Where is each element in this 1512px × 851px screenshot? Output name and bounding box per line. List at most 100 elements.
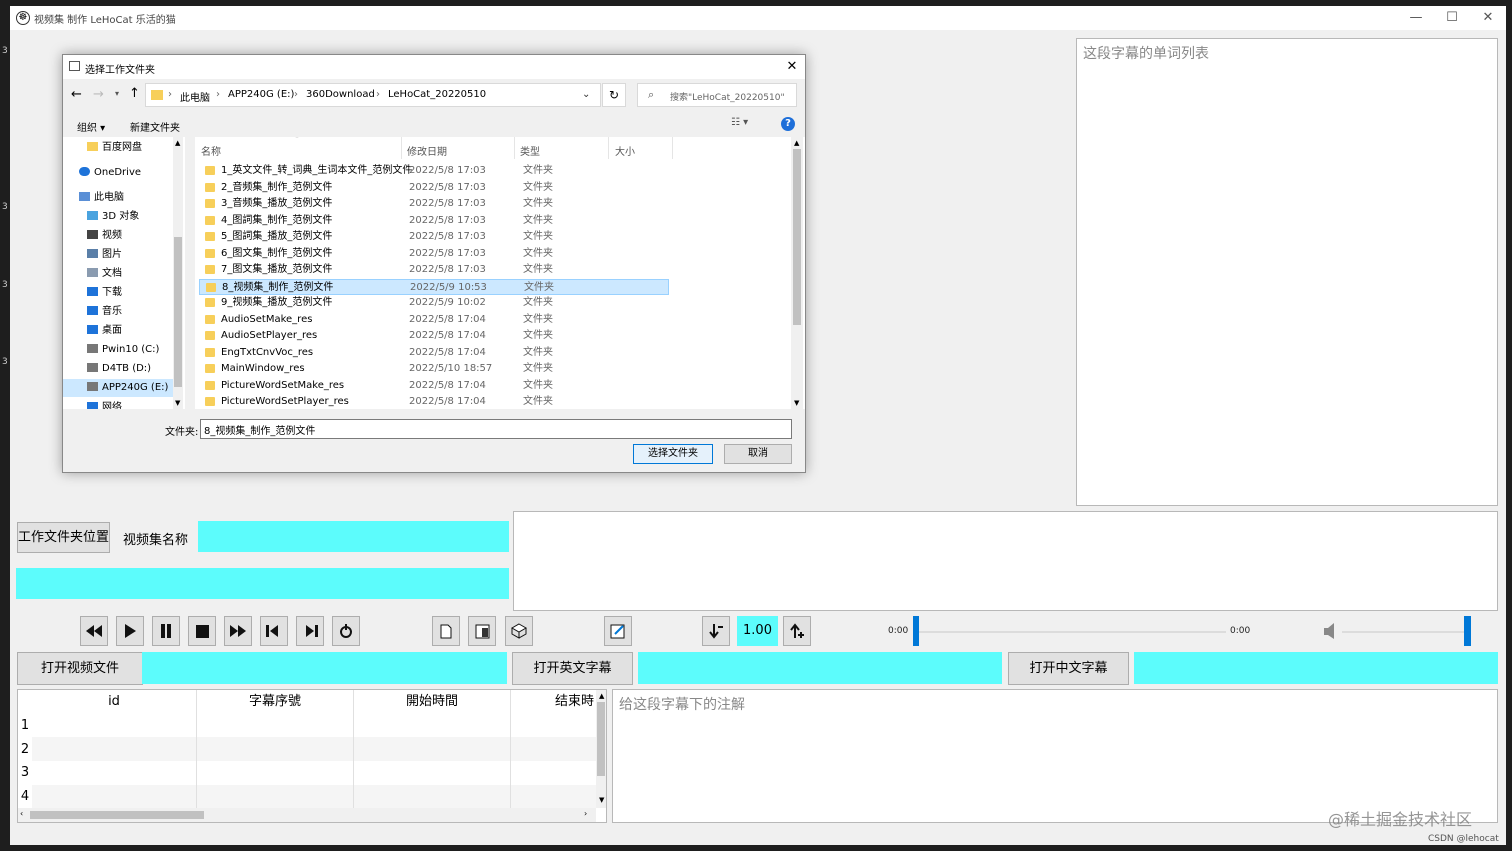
- volume-slider-track[interactable]: [1342, 631, 1466, 633]
- file-row[interactable]: 2_音频集_制作_范例文件 2022/5/8 17:03 文件夹: [199, 180, 669, 196]
- help-icon[interactable]: ?: [781, 117, 795, 131]
- column-header-date[interactable]: 修改日期: [407, 143, 447, 158]
- row-number[interactable]: 2: [18, 742, 32, 757]
- pause-icon[interactable]: [152, 616, 180, 646]
- next-frame-icon[interactable]: [296, 616, 324, 646]
- file-row[interactable]: MainWindow_res 2022/5/10 18:57 文件夹: [199, 361, 669, 377]
- scroll-up-icon[interactable]: ▲: [794, 139, 799, 147]
- file-list[interactable]: 名称 ˄ 修改日期 类型 大小 1_英文文件_转_词典_生词本文件_范例文件 20…: [195, 137, 805, 409]
- close-button[interactable]: ✕: [1470, 6, 1506, 30]
- scroll-down-icon[interactable]: ▼: [794, 399, 799, 407]
- scroll-thumb[interactable]: [793, 149, 801, 325]
- nav-item[interactable]: 图片: [63, 246, 173, 264]
- search-box[interactable]: ⌕ 搜索"LeHoCat_20220510": [637, 83, 797, 107]
- scroll-thumb[interactable]: [30, 811, 204, 819]
- maximize-button[interactable]: ☐: [1434, 6, 1470, 30]
- scroll-down-icon[interactable]: ▼: [175, 399, 180, 407]
- file-row[interactable]: AudioSetPlayer_res 2022/5/8 17:04 文件夹: [199, 328, 669, 344]
- previous-frame-icon[interactable]: [260, 616, 288, 646]
- table-vertical-scrollbar[interactable]: ▲ ▼: [596, 690, 606, 808]
- file-row[interactable]: AudioSetMake_res 2022/5/8 17:04 文件夹: [199, 312, 669, 328]
- annotation-panel[interactable]: 给这段字幕下的注解: [612, 689, 1498, 823]
- position-slider-track[interactable]: [914, 631, 1226, 633]
- row-number[interactable]: 4: [18, 789, 32, 804]
- nav-item[interactable]: 视频: [63, 227, 173, 245]
- file-list-scrollbar[interactable]: ▲ ▼: [791, 137, 803, 409]
- nav-item[interactable]: 百度网盘: [63, 139, 173, 157]
- open-video-button[interactable]: 打开视频文件: [17, 652, 143, 685]
- minimize-button[interactable]: —: [1398, 6, 1434, 30]
- reload-icon[interactable]: [332, 616, 360, 646]
- open-file-icon[interactable]: [468, 616, 496, 646]
- new-file-icon[interactable]: [432, 616, 460, 646]
- table-horizontal-scrollbar[interactable]: ‹ ›: [18, 808, 596, 822]
- speaker-icon[interactable]: [1322, 621, 1338, 641]
- breadcrumb-this-pc[interactable]: 此电脑: [180, 89, 210, 104]
- videoset-name-input[interactable]: [198, 521, 509, 552]
- file-row[interactable]: 7_图文集_播放_范例文件 2022/5/8 17:03 文件夹: [199, 262, 669, 278]
- view-options-icon[interactable]: ☷ ▾: [731, 117, 748, 128]
- fast-forward-icon[interactable]: [224, 616, 252, 646]
- nav-item[interactable]: APP240G (E:): [63, 379, 173, 397]
- breadcrumb-current-folder[interactable]: LeHoCat_20220510: [388, 89, 486, 100]
- column-header-type[interactable]: 类型: [520, 143, 540, 158]
- scroll-left-icon[interactable]: ‹: [20, 809, 23, 818]
- column-header-start-time[interactable]: 開始時間: [354, 690, 511, 714]
- file-row[interactable]: EngTxtCnvVoc_res 2022/5/8 17:04 文件夹: [199, 345, 669, 361]
- folder-name-input[interactable]: 8_视频集_制作_范例文件: [200, 419, 792, 439]
- address-dropdown-icon[interactable]: ⌄: [582, 89, 590, 100]
- dialog-close-button[interactable]: ✕: [781, 57, 803, 77]
- subtitle-table[interactable]: id 字幕序號 開始時間 结束時 1 2 3 4 ▲ ▼ ‹ ›: [17, 689, 607, 823]
- nav-item[interactable]: 此电脑: [63, 189, 173, 207]
- workfolder-button[interactable]: 工作文件夹位置: [17, 522, 110, 553]
- file-row[interactable]: 9_视频集_播放_范例文件 2022/5/9 10:02 文件夹: [199, 295, 669, 311]
- file-row[interactable]: 4_图詞集_制作_范例文件 2022/5/8 17:03 文件夹: [199, 213, 669, 229]
- nav-item[interactable]: 音乐: [63, 303, 173, 321]
- open-english-sub-button[interactable]: 打开英文字幕: [512, 652, 633, 685]
- scroll-up-icon[interactable]: ▲: [175, 139, 180, 147]
- edit-icon[interactable]: [604, 616, 632, 646]
- scroll-thumb[interactable]: [174, 237, 182, 387]
- nav-item[interactable]: 下载: [63, 284, 173, 302]
- column-header-subtitle-index[interactable]: 字幕序號: [197, 690, 354, 714]
- column-header-end-time[interactable]: 结束時: [511, 690, 597, 714]
- word-list-panel[interactable]: 这段字幕的单词列表: [1076, 38, 1498, 506]
- position-slider-handle[interactable]: [913, 616, 919, 646]
- recent-chevron-icon[interactable]: ▾: [115, 89, 119, 98]
- scroll-up-icon[interactable]: ▲: [599, 692, 604, 700]
- nav-item[interactable]: D4TB (D:): [63, 360, 173, 378]
- nav-item[interactable]: 桌面: [63, 322, 173, 340]
- row-number[interactable]: 1: [18, 718, 32, 733]
- column-header-id[interactable]: id: [32, 690, 197, 714]
- cancel-button[interactable]: 取消: [724, 444, 792, 464]
- package-icon[interactable]: [505, 616, 533, 646]
- column-header-size[interactable]: 大小: [615, 143, 635, 158]
- column-header-name[interactable]: 名称: [201, 143, 221, 158]
- organize-menu[interactable]: 组织 ▾: [77, 119, 105, 134]
- file-row[interactable]: 3_音频集_播放_范例文件 2022/5/8 17:03 文件夹: [199, 196, 669, 212]
- file-row[interactable]: PictureWordSetPlayer_res 2022/5/8 17:04 文件…: [199, 394, 669, 409]
- scroll-right-icon[interactable]: ›: [584, 809, 587, 818]
- scroll-thumb[interactable]: [597, 702, 605, 776]
- play-icon[interactable]: [116, 616, 144, 646]
- nav-item[interactable]: 文档: [63, 265, 173, 283]
- up-arrow-icon[interactable]: ↑: [129, 86, 140, 101]
- speed-up-icon[interactable]: [783, 616, 811, 646]
- file-row[interactable]: 5_图詞集_播放_范例文件 2022/5/8 17:03 文件夹: [199, 229, 669, 245]
- speed-down-icon[interactable]: [702, 616, 730, 646]
- rewind-icon[interactable]: [80, 616, 108, 646]
- back-arrow-icon[interactable]: ←: [71, 87, 82, 102]
- file-row[interactable]: 8_视频集_制作_范例文件 2022/5/9 10:53 文件夹: [199, 278, 669, 295]
- address-bar[interactable]: › 此电脑 › APP240G (E:) › 360Download › LeH…: [145, 83, 601, 107]
- row-number[interactable]: 3: [18, 765, 32, 780]
- open-chinese-sub-button[interactable]: 打开中文字幕: [1008, 652, 1129, 685]
- file-row[interactable]: 1_英文文件_转_词典_生词本文件_范例文件 2022/5/8 17:03 文件夹: [199, 163, 669, 179]
- new-folder-button[interactable]: 新建文件夹: [130, 119, 180, 134]
- forward-arrow-icon[interactable]: →: [93, 87, 104, 102]
- nav-item[interactable]: 3D 对象: [63, 208, 173, 226]
- nav-item[interactable]: Pwin10 (C:): [63, 341, 173, 359]
- nav-scrollbar[interactable]: ▲ ▼: [173, 137, 183, 409]
- breadcrumb-360download[interactable]: 360Download: [306, 89, 375, 100]
- stop-icon[interactable]: [188, 616, 216, 646]
- breadcrumb-drive[interactable]: APP240G (E:): [228, 89, 294, 100]
